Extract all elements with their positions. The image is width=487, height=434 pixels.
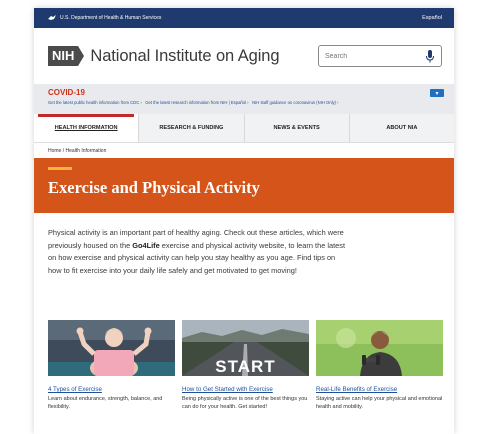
nav-item-health-information[interactable]: HEALTH INFORMATION — [34, 114, 140, 142]
nih-badge-text: NIH — [48, 46, 79, 66]
breadcrumb-home[interactable]: Home — [48, 148, 61, 154]
site-header: NIH National Institute on Aging — [34, 28, 454, 84]
covid-link-nih-staff[interactable]: NIH staff guidance on coronavirus (NIH O… — [252, 100, 339, 105]
breadcrumb-current: Health Information — [65, 147, 107, 154]
page-hero: Exercise and Physical Activity — [34, 158, 454, 213]
nih-badge: NIH — [48, 46, 85, 66]
breadcrumb-separator: / — [62, 147, 65, 154]
nav-item-about-nia[interactable]: ABOUT NIA — [350, 114, 454, 142]
card-image-woman-flexing[interactable] — [48, 320, 175, 380]
card-link-get-started[interactable]: How to Get Started with Exercise — [182, 386, 309, 393]
card-link-real-life-benefits[interactable]: Real-Life Benefits of Exercise — [316, 386, 443, 393]
nav-item-news-events[interactable]: NEWS & EVENTS — [245, 114, 350, 142]
nia-logo[interactable]: NIH National Institute on Aging — [48, 46, 280, 66]
page-title: Exercise and Physical Activity — [48, 178, 260, 197]
article-card: 4 Types of Exercise Learn about enduranc… — [48, 320, 175, 412]
go4life-text: Go4Life — [132, 240, 160, 250]
main-nav: HEALTH INFORMATION RESEARCH & FUNDING NE… — [34, 114, 454, 143]
covid-banner: COVID-19 Get the latest public health in… — [34, 84, 454, 114]
hhs-banner: U.S. Department of Health & Human Servic… — [34, 8, 454, 28]
covid-links: Get the latest public health information… — [48, 100, 442, 105]
intro-paragraph: Physical activity is an important part o… — [48, 228, 346, 275]
covid-toggle-button[interactable]: ▾ — [430, 89, 444, 97]
card-link-4-types[interactable]: 4 Types of Exercise — [48, 386, 175, 393]
start-road-text: START — [215, 357, 275, 376]
site-title: National Institute on Aging — [90, 46, 280, 65]
hhs-eagle-icon — [48, 15, 56, 20]
hhs-link[interactable]: U.S. Department of Health & Human Servic… — [60, 15, 161, 21]
hero-accent-bar — [48, 167, 72, 170]
covid-link-cdc[interactable]: Get the latest public health information… — [48, 100, 142, 105]
article-cards: 4 Types of Exercise Learn about enduranc… — [48, 320, 443, 412]
microphone-icon[interactable] — [425, 49, 435, 63]
browser-page: U.S. Department of Health & Human Servic… — [34, 8, 454, 434]
search-input[interactable] — [325, 52, 415, 60]
language-link-espanol[interactable]: Español — [422, 15, 442, 21]
article-card: Real-Life Benefits of Exercise Staying a… — [316, 320, 443, 412]
article-card: START How to Get Started with Exercise B… — [182, 320, 309, 412]
chevron-down-icon: ▾ — [435, 90, 439, 97]
nih-badge-arrow — [78, 46, 85, 66]
breadcrumb: Home / Health Information — [34, 143, 454, 158]
card-image-start-road[interactable]: START — [182, 320, 309, 376]
covid-link-nih-research[interactable]: Get the latest research information from… — [145, 100, 248, 105]
search-box[interactable] — [318, 45, 442, 67]
covid-title: COVID-19 — [48, 88, 85, 97]
card-description: Learn about endurance, strength, balance… — [48, 396, 163, 410]
card-image-man-dumbbell[interactable] — [316, 320, 443, 376]
card-description: Being physically active is one of the be… — [182, 396, 308, 410]
card-description: Staying active can help your physical an… — [316, 396, 443, 410]
nav-item-research-funding[interactable]: RESEARCH & FUNDING — [139, 114, 245, 142]
